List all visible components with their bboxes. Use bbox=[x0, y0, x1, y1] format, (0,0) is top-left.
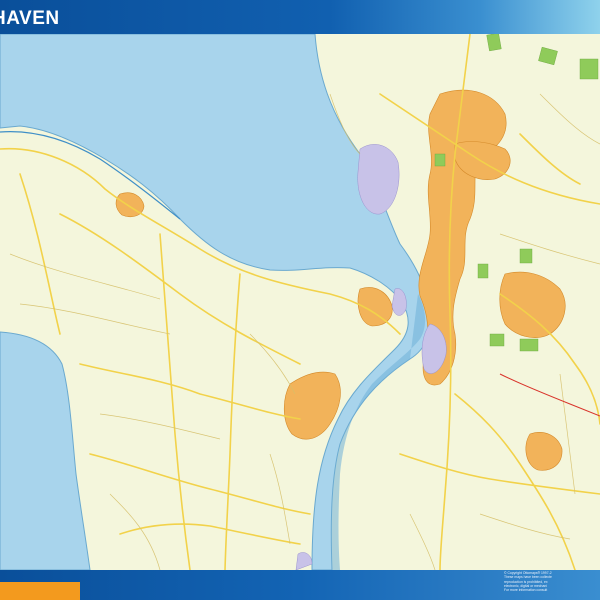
street-map[interactable] bbox=[0, 34, 600, 570]
map-canvas[interactable] bbox=[0, 34, 600, 570]
copyright-line: For more information consult bbox=[504, 588, 548, 593]
header-bar: HAVEN bbox=[0, 0, 600, 34]
copyright-notice: © Copyright Ottomaps® 1997-2 These maps … bbox=[504, 571, 596, 592]
map-title: HAVEN bbox=[0, 8, 60, 29]
footer-accent bbox=[0, 582, 80, 600]
map-page: HAVEN bbox=[0, 0, 600, 600]
